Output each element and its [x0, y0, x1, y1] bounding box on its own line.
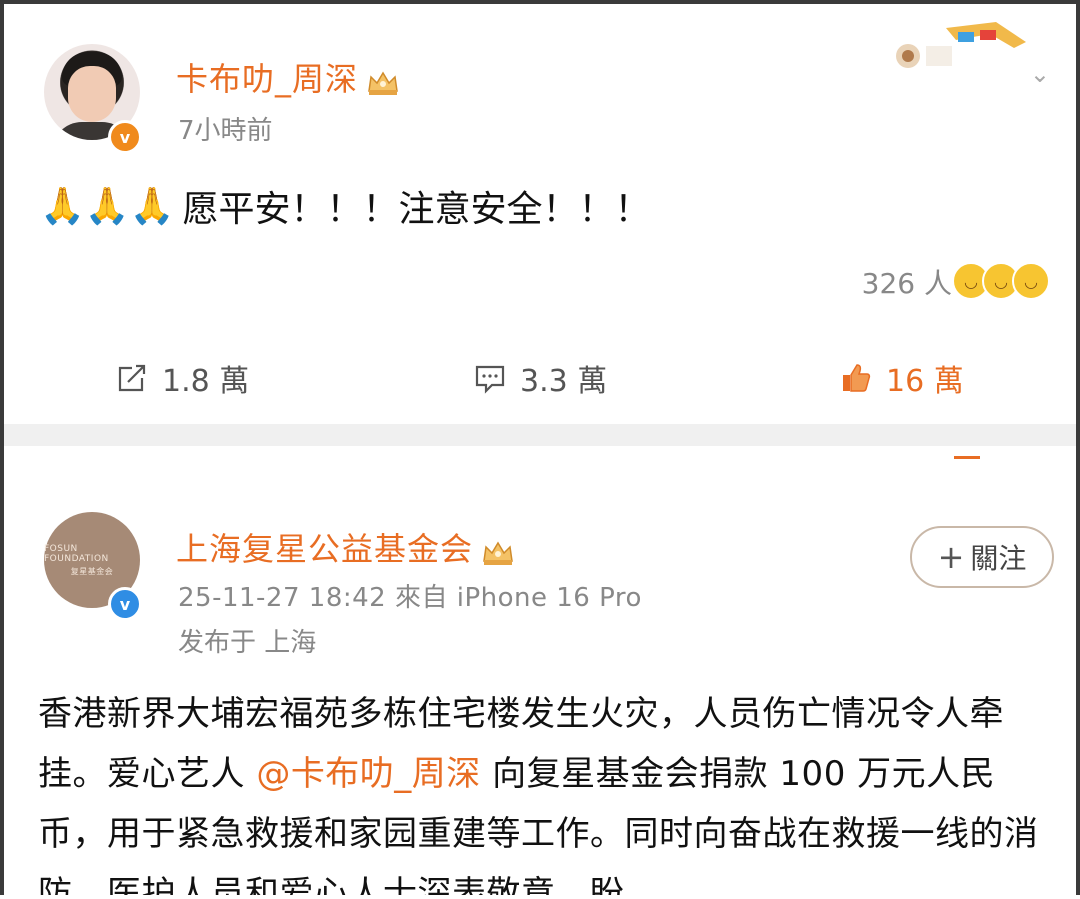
verified-icon: v	[108, 587, 142, 621]
grin-emoji-icon: ◡	[1012, 262, 1050, 300]
divider-mark	[954, 456, 980, 459]
crown-icon	[366, 67, 400, 95]
comment-button[interactable]: 3.3 萬	[474, 356, 607, 400]
post-time: 7小時前	[178, 116, 273, 146]
post-meta: 25-11-27 18:42 來自 iPhone 16 Pro	[178, 583, 642, 613]
thumbs-up-icon	[843, 364, 871, 392]
action-bar: 1.8 萬 3.3 萬 16 萬	[4, 356, 1076, 406]
verified-icon: v	[108, 120, 142, 154]
post-content: 香港新界大埔宏福苑多栋住宅楼发生火灾，人员伤亡情况令人牵挂。爱心艺人 @卡布叻_…	[38, 694, 1039, 895]
chevron-down-icon[interactable]: ⌄	[1030, 60, 1050, 88]
mention-link[interactable]: @卡布叻_周深	[256, 754, 481, 794]
comment-icon	[475, 365, 505, 394]
reaction-emojis[interactable]: ◡ ◡ ◡	[952, 262, 1050, 300]
crown-icon	[481, 537, 515, 565]
weibo-screenshot: v 卡布叻_周深 7小時前 ⌄ 🙏🙏🙏 愿平安！！！注意安全！！！ 326 人 …	[0, 0, 1080, 895]
share-icon	[118, 364, 146, 392]
author-name[interactable]: 卡布叻_周深	[176, 54, 400, 100]
reaction-count[interactable]: 326 人	[862, 262, 952, 302]
author-name[interactable]: 上海复星公益基金会	[176, 524, 515, 570]
post-content: 🙏🙏🙏 愿平安！！！注意安全！！！	[40, 180, 651, 232]
separator	[4, 424, 1076, 446]
pray-emoji: 🙏🙏🙏	[40, 186, 175, 227]
follow-button[interactable]: + 關注	[910, 526, 1054, 588]
post-location: 发布于 上海	[178, 628, 317, 658]
plus-icon: +	[937, 538, 965, 576]
share-button[interactable]: 1.8 萬	[116, 356, 249, 400]
decoration-icon	[886, 18, 1036, 72]
post-text: 愿平安！！！注意安全！！！	[182, 189, 651, 230]
like-button[interactable]: 16 萬	[840, 356, 964, 400]
